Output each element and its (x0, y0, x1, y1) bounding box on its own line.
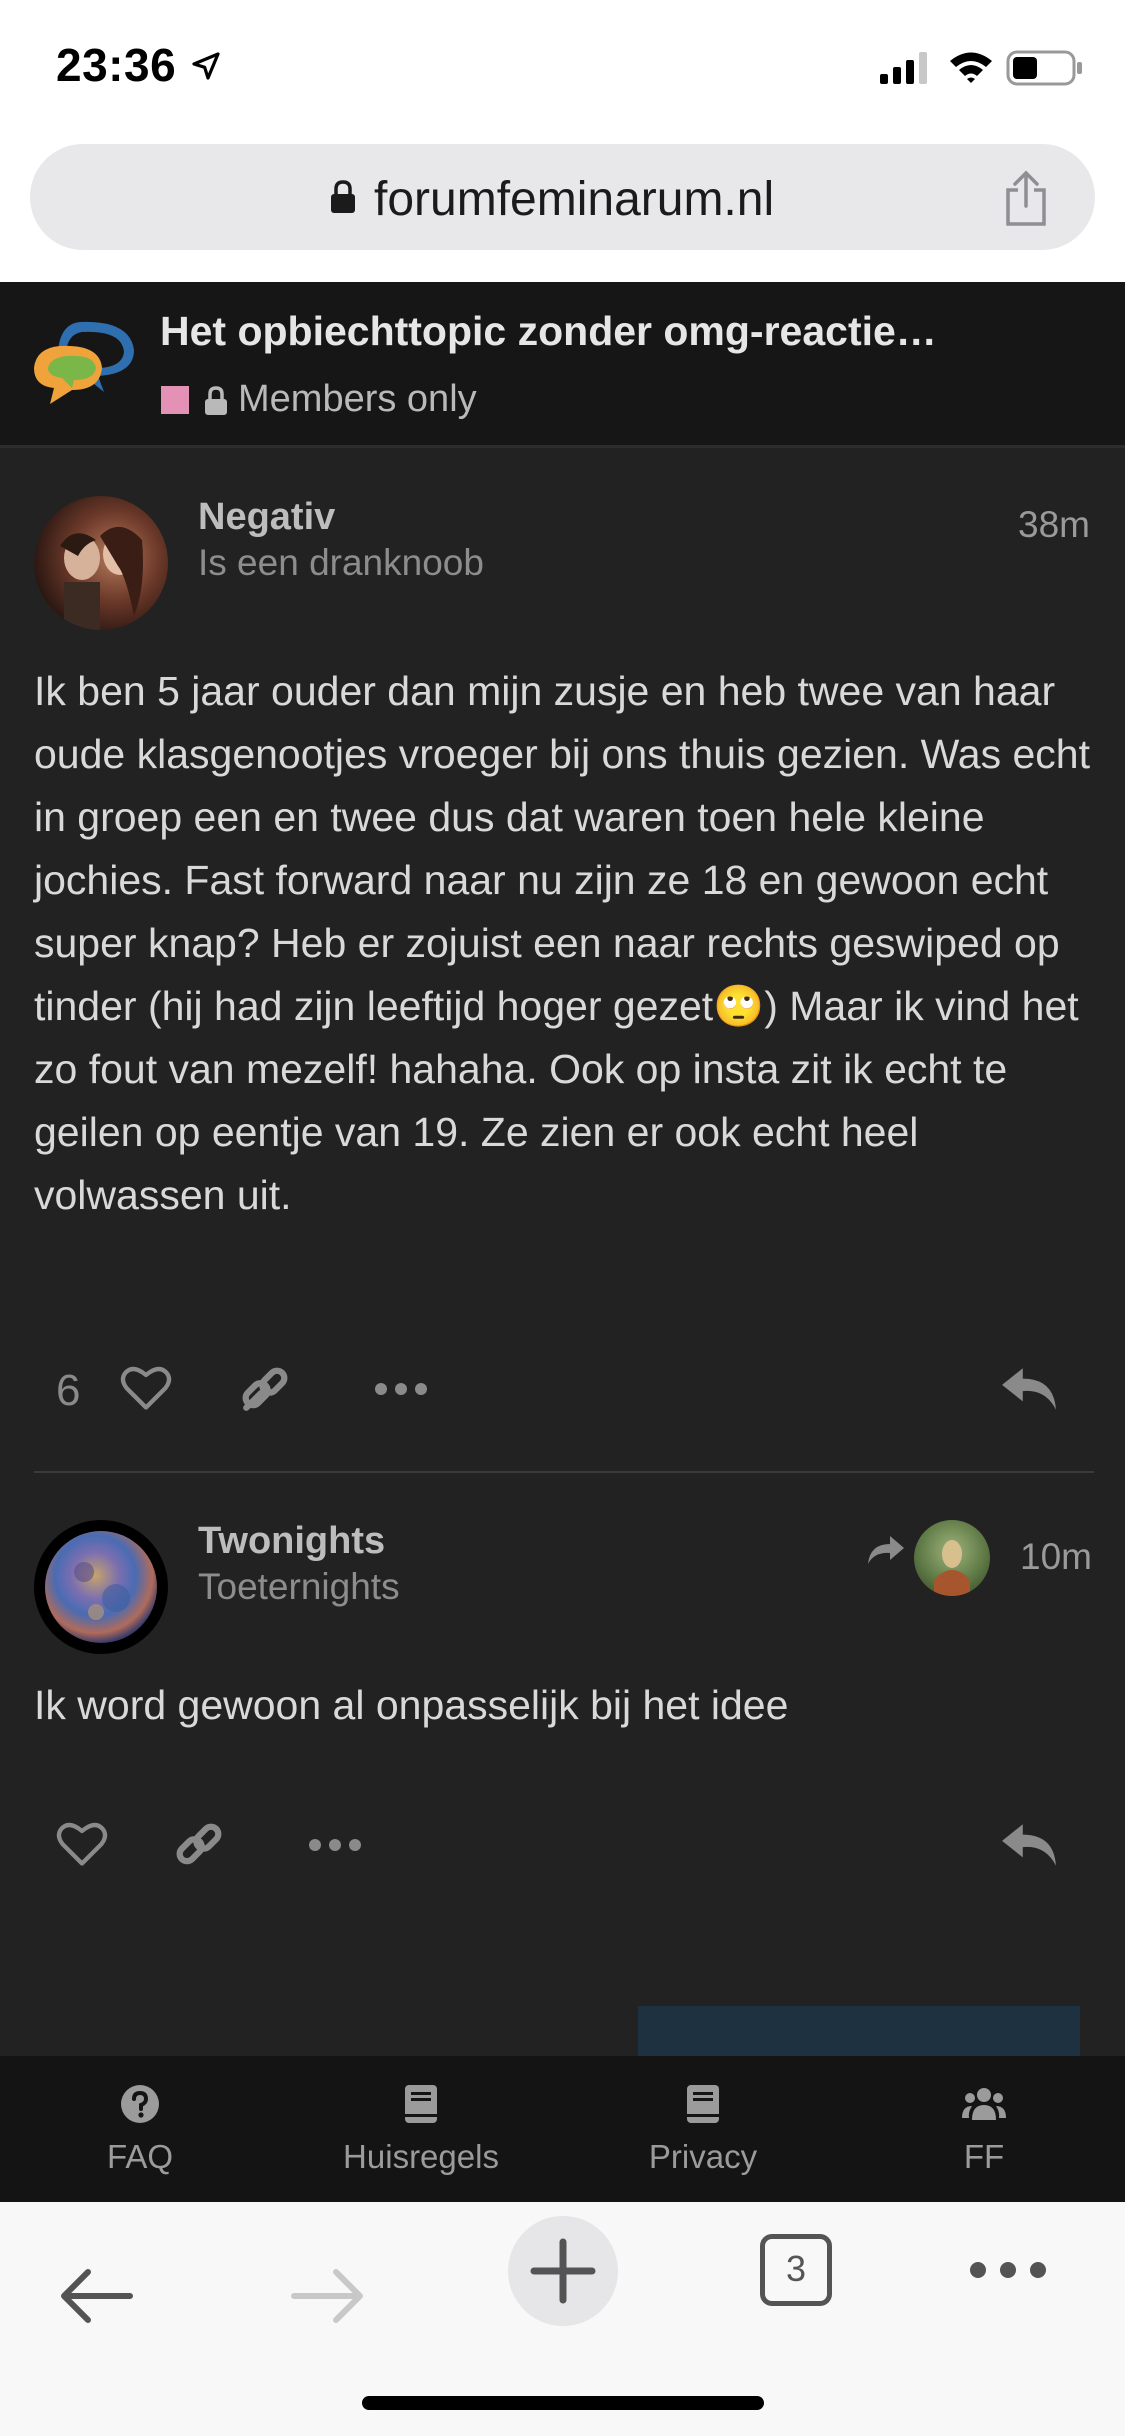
more-menu-icon[interactable] (968, 2260, 1048, 2280)
nav-label: Huisregels (343, 2138, 499, 2175)
lock-icon (331, 180, 355, 213)
nav-label: FAQ (106, 2138, 174, 2175)
url-text: forumfeminarum.nl (374, 173, 775, 226)
more-options-icon[interactable] (308, 1838, 362, 1852)
users-icon (962, 2088, 1006, 2120)
wifi-icon (950, 52, 992, 83)
user-title: Is een dranknoob (198, 542, 484, 583)
category-color-badge (161, 386, 189, 414)
reply-to-arrow-icon (868, 1536, 904, 1564)
new-tab-button[interactable] (508, 2216, 618, 2326)
book-icon (405, 2085, 437, 2123)
post: Negativ Is een dranknoob 38m Ik ben 5 ja… (0, 448, 1125, 1478)
post-divider (34, 1471, 1094, 1473)
heart-icon[interactable] (120, 1364, 172, 1412)
forum-logo-icon[interactable] (30, 316, 140, 408)
nav-label: FF (963, 2138, 1005, 2175)
link-icon[interactable] (240, 1364, 290, 1414)
status-time: 23:36 (56, 39, 177, 91)
avatar-image (934, 1540, 970, 1596)
reply-icon[interactable] (1000, 1820, 1058, 1870)
reply-icon[interactable] (1000, 1364, 1058, 1414)
share-icon[interactable] (1000, 170, 1052, 228)
topic-header: Het opbiechttopic zonder omg-reactie… Me… (0, 282, 1125, 448)
like-count[interactable]: 6 (56, 1366, 80, 1416)
avatar-image (60, 526, 143, 630)
question-circle-icon (121, 2085, 159, 2123)
book-icon (687, 2085, 719, 2123)
avatar[interactable] (34, 1520, 168, 1654)
post-time[interactable]: 10m (1020, 1536, 1092, 1578)
lock-icon (205, 386, 227, 415)
username[interactable]: Twonights (198, 1520, 385, 1563)
more-options-icon[interactable] (374, 1382, 428, 1396)
username[interactable]: Negativ (198, 496, 335, 539)
cellular-signal-icon (880, 52, 927, 84)
category-label[interactable]: Members only (238, 378, 477, 421)
back-arrow-icon[interactable] (58, 2268, 134, 2324)
link-icon[interactable] (174, 1820, 224, 1870)
nav-item-ff[interactable]: FF (874, 2056, 1094, 2202)
location-arrow-icon (192, 52, 220, 80)
user-title: Toeternights (198, 1566, 400, 1607)
plus-icon (530, 2238, 596, 2304)
browser-address-area: forumfeminarum.nl (0, 140, 1125, 282)
nav-item-faq[interactable]: FAQ (30, 2056, 250, 2202)
status-bar: 23:36 (0, 0, 1125, 140)
reply-to-avatar[interactable] (914, 1520, 990, 1596)
post: Twonights Toeternights 10m Ik word gewoo… (0, 1474, 1125, 2004)
nav-item-huisregels[interactable]: Huisregels (311, 2056, 531, 2202)
post-time[interactable]: 38m (1018, 504, 1090, 546)
forum-footer-nav: FAQ Huisregels Privacy FF (0, 2056, 1125, 2202)
post-body: Ik word gewoon al onpasselijk bij het id… (34, 1682, 789, 1728)
forward-arrow-icon[interactable] (290, 2268, 366, 2324)
nav-label: Privacy (648, 2138, 758, 2175)
avatar-image (45, 1531, 157, 1643)
avatar[interactable] (34, 496, 168, 630)
tabs-button[interactable]: 3 (760, 2234, 832, 2306)
partially-hidden-button[interactable] (638, 2006, 1080, 2056)
battery-icon (1006, 50, 1082, 86)
post-body: Ik ben 5 jaar ouder dan mijn zusje en he… (34, 668, 1090, 1218)
address-bar[interactable]: forumfeminarum.nl (30, 144, 1095, 250)
tab-count: 3 (785, 2248, 807, 2289)
heart-icon[interactable] (56, 1820, 108, 1868)
nav-item-privacy[interactable]: Privacy (593, 2056, 813, 2202)
topic-title[interactable]: Het opbiechttopic zonder omg-reactie… (160, 308, 1090, 355)
home-indicator (362, 2396, 764, 2410)
